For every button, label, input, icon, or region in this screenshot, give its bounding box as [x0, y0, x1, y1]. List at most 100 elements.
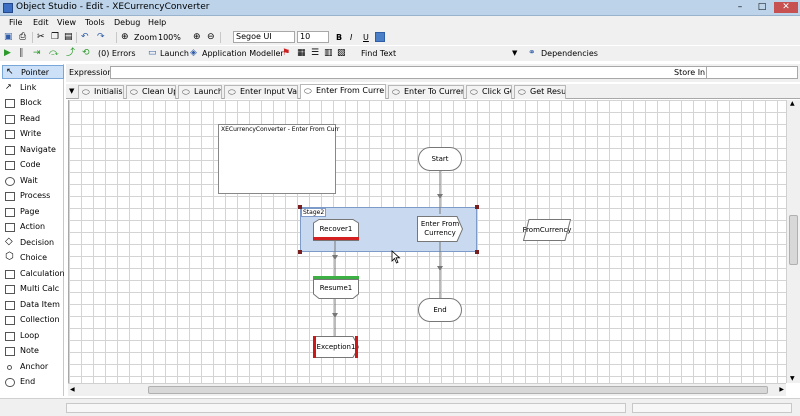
find-text-input[interactable]: Find Text [361, 48, 396, 59]
color-swatch-icon[interactable] [375, 32, 385, 42]
vertical-scrollbar[interactable]: ▲ ▼ [786, 100, 800, 383]
menu-help[interactable]: Help [148, 18, 166, 27]
diagram-canvas[interactable]: XECurrencyConverter - Enter From Curr St… [68, 100, 786, 383]
scroll-down-icon[interactable]: ▼ [790, 375, 795, 382]
tool-choice[interactable]: ⬡ Choice [2, 251, 64, 265]
zoom-in-magnifier-icon[interactable]: ⊕ [193, 32, 201, 43]
table-icon[interactable]: ▦ [297, 48, 306, 59]
errors-button[interactable]: (0) Errors [98, 48, 136, 59]
dependencies-button[interactable]: Dependencies [541, 48, 598, 59]
breakpoint-flag-icon[interactable]: ⚑ [282, 48, 290, 59]
application-modeller-button[interactable]: Application Modeller [202, 48, 284, 59]
vertical-scroll-thumb[interactable] [789, 215, 798, 265]
tab-enter-input-value[interactable]: ⬭ Enter Input Value [224, 85, 298, 99]
tool-block[interactable]: Block [2, 96, 64, 110]
tool-navigate[interactable]: Navigate [2, 143, 64, 157]
menu-edit[interactable]: Edit [33, 18, 49, 27]
list-icon[interactable]: ☰ [311, 48, 319, 59]
recover-stage[interactable]: Recover1 [313, 219, 359, 239]
tool-block-label: Block [20, 98, 42, 107]
horizontal-scrollbar[interactable]: ◀ ▶ [68, 383, 786, 396]
menu-file[interactable]: File [9, 18, 22, 27]
print-icon[interactable]: ⎙ [19, 32, 26, 43]
launch-icon[interactable]: ▭ [148, 48, 157, 59]
resume-stage[interactable]: Resume1 [313, 279, 359, 297]
tool-process[interactable]: Process [2, 189, 64, 203]
tool-write[interactable]: Write [2, 127, 64, 141]
dependencies-icon[interactable]: ⚭ [528, 48, 536, 59]
store-in-input[interactable] [706, 66, 798, 79]
tool-read[interactable]: Read [2, 112, 64, 126]
minimize-button[interactable]: – [730, 2, 750, 13]
save-icon[interactable]: ▣ [4, 32, 13, 43]
zoom-out-magnifier-icon[interactable]: ⊖ [207, 32, 215, 43]
paste-icon[interactable]: ▤ [64, 32, 73, 43]
grid-icon[interactable]: ▥ [324, 48, 333, 59]
close-button[interactable]: ✕ [774, 2, 798, 13]
tab-get-result[interactable]: ⬭ Get Result [514, 85, 566, 99]
run-icon[interactable]: ▶ [4, 48, 11, 59]
zoom-in-icon[interactable]: ⊕ [121, 32, 129, 43]
zoom-value[interactable]: 100% [158, 32, 181, 43]
menu-tools[interactable]: Tools [85, 18, 105, 27]
tool-collection[interactable]: Collection [2, 313, 64, 327]
tool-note[interactable]: Note [2, 344, 64, 358]
tool-action[interactable]: Action [2, 220, 64, 234]
menu-debug[interactable]: Debug [114, 18, 140, 27]
scroll-right-icon[interactable]: ▶ [779, 386, 784, 393]
step-over-icon[interactable]: ⤼ [49, 48, 59, 59]
horizontal-scroll-thumb[interactable] [148, 386, 768, 394]
tab-initialise[interactable]: ⬭ Initialise [78, 85, 124, 99]
bold-button[interactable]: B [336, 32, 342, 43]
font-size-dropdown[interactable]: 10 [297, 31, 329, 43]
cut-icon[interactable]: ✂ [37, 32, 45, 43]
italic-button[interactable]: I [350, 32, 352, 43]
tool-end[interactable]: End [2, 375, 64, 389]
underline-button[interactable]: U [363, 32, 369, 43]
status-field [632, 403, 792, 413]
tool-calculation[interactable]: Calculation [2, 267, 65, 281]
tool-loop[interactable]: Loop [2, 329, 64, 343]
app-modeller-icon[interactable]: ◈ [190, 48, 197, 59]
maximize-button[interactable]: □ [752, 2, 772, 13]
tool-code[interactable]: Code [2, 158, 64, 172]
tool-anchor[interactable]: Anchor [2, 360, 64, 374]
data-item-stage[interactable]: FromCurrency [523, 219, 572, 241]
tool-multi-calc[interactable]: Multi Calc [2, 282, 64, 296]
step-out-icon[interactable]: ⤴ [66, 48, 75, 59]
page-icon: ⬭ [518, 88, 526, 98]
end-stage[interactable]: End [418, 298, 462, 322]
tab-clean-up[interactable]: ⬭ Clean Up [126, 85, 176, 99]
tool-pointer[interactable]: ↖ Pointer [2, 65, 64, 79]
copy-icon[interactable]: ❐ [51, 32, 59, 43]
tab-launch[interactable]: ⬭ Launch [178, 85, 222, 99]
tab-click-go[interactable]: ⬭ Click GO [466, 85, 512, 99]
layout-icon[interactable]: ▧ [337, 48, 346, 59]
expression-bar: Expression: ▤ Store In: [66, 64, 800, 82]
tool-decision[interactable]: ◇ Decision [2, 236, 64, 250]
tool-link[interactable]: ↗ Link [2, 81, 64, 95]
action-stage[interactable]: Enter From Currency [419, 216, 461, 242]
tab-enter-from-currency[interactable]: ⬭ Enter From Currency [300, 84, 386, 99]
scroll-left-icon[interactable]: ◀ [70, 386, 75, 393]
pause-icon[interactable]: ‖ [19, 48, 24, 59]
expression-input[interactable] [110, 66, 718, 79]
tab-enter-to-currency[interactable]: ⬭ Enter To Currency [388, 85, 464, 99]
undo-icon[interactable]: ↶ [81, 32, 89, 43]
step-icon[interactable]: ⇥ [33, 48, 41, 59]
launch-button[interactable]: Launch [160, 48, 189, 59]
reset-icon[interactable]: ⟲ [82, 48, 90, 59]
scroll-up-icon[interactable]: ▲ [790, 100, 795, 107]
exception-label: Exception1 [316, 342, 356, 351]
menu-view[interactable]: View [57, 18, 76, 27]
start-stage[interactable]: Start [418, 147, 462, 171]
tool-data-item[interactable]: Data Item [2, 298, 64, 312]
find-dropdown-arrow-icon[interactable]: ▼ [512, 48, 517, 59]
font-family-dropdown[interactable]: Segoe UI [233, 31, 295, 43]
tab-list-dropdown-icon[interactable]: ▼ [69, 87, 74, 95]
mouse-cursor-icon [391, 250, 401, 264]
tool-wait[interactable]: Wait [2, 174, 64, 188]
exception-stage[interactable]: Exception1 [316, 336, 356, 358]
tool-page[interactable]: Page [2, 205, 64, 219]
redo-icon[interactable]: ↷ [97, 32, 105, 43]
